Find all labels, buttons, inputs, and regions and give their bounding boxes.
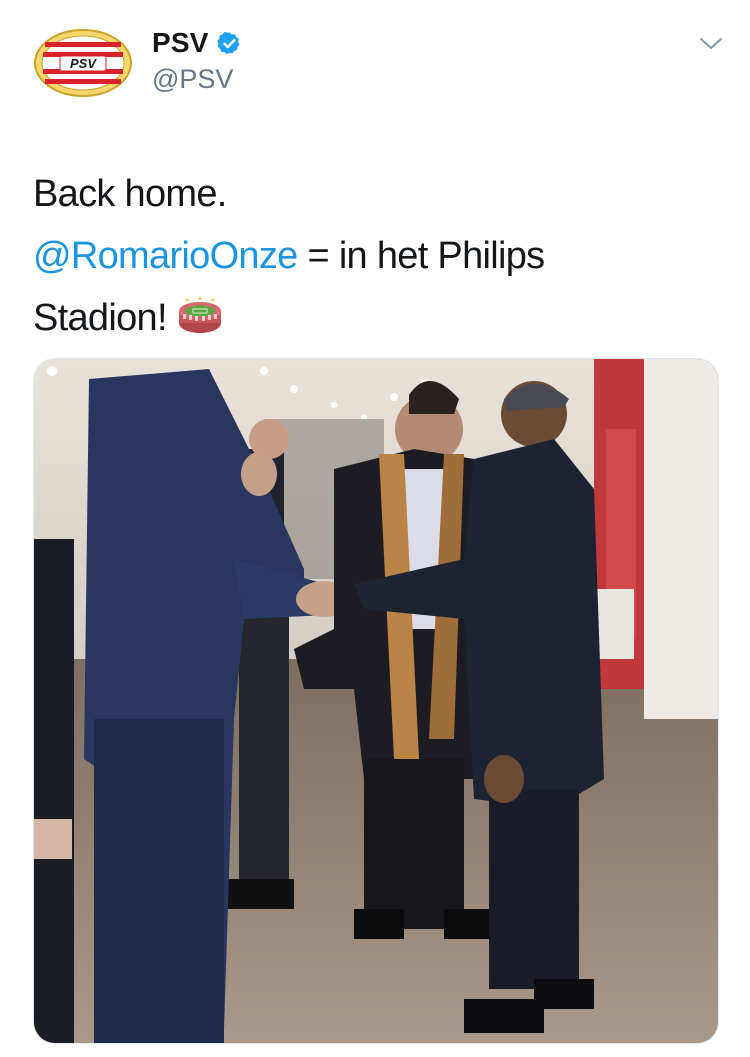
tweet-video[interactable] xyxy=(33,358,719,1044)
mention-link[interactable]: @RomarioOnze xyxy=(33,235,298,277)
author-name-row[interactable]: PSV xyxy=(152,26,242,60)
tweet-line-2-text: = in het Philips xyxy=(297,235,545,277)
psv-logo-text: PSV xyxy=(70,56,97,71)
display-name[interactable]: PSV xyxy=(152,27,209,59)
tweet-line-2: @RomarioOnze = in het Philips xyxy=(33,225,723,287)
verified-badge-icon xyxy=(216,31,242,56)
stadium-emoji-icon xyxy=(177,293,223,333)
chevron-down-icon[interactable] xyxy=(698,34,724,54)
author-handle[interactable]: @PSV xyxy=(152,64,233,95)
tweet-text: Back home. @RomarioOnze = in het Philips… xyxy=(33,163,723,349)
video-frame xyxy=(34,359,718,1043)
tweet-line-1: Back home. xyxy=(33,173,227,215)
tweet-line-3: Stadion! xyxy=(33,287,723,349)
avatar[interactable]: PSV xyxy=(33,28,133,98)
tweet-line-3-text: Stadion! xyxy=(33,297,168,339)
psv-logo: PSV xyxy=(34,29,132,97)
